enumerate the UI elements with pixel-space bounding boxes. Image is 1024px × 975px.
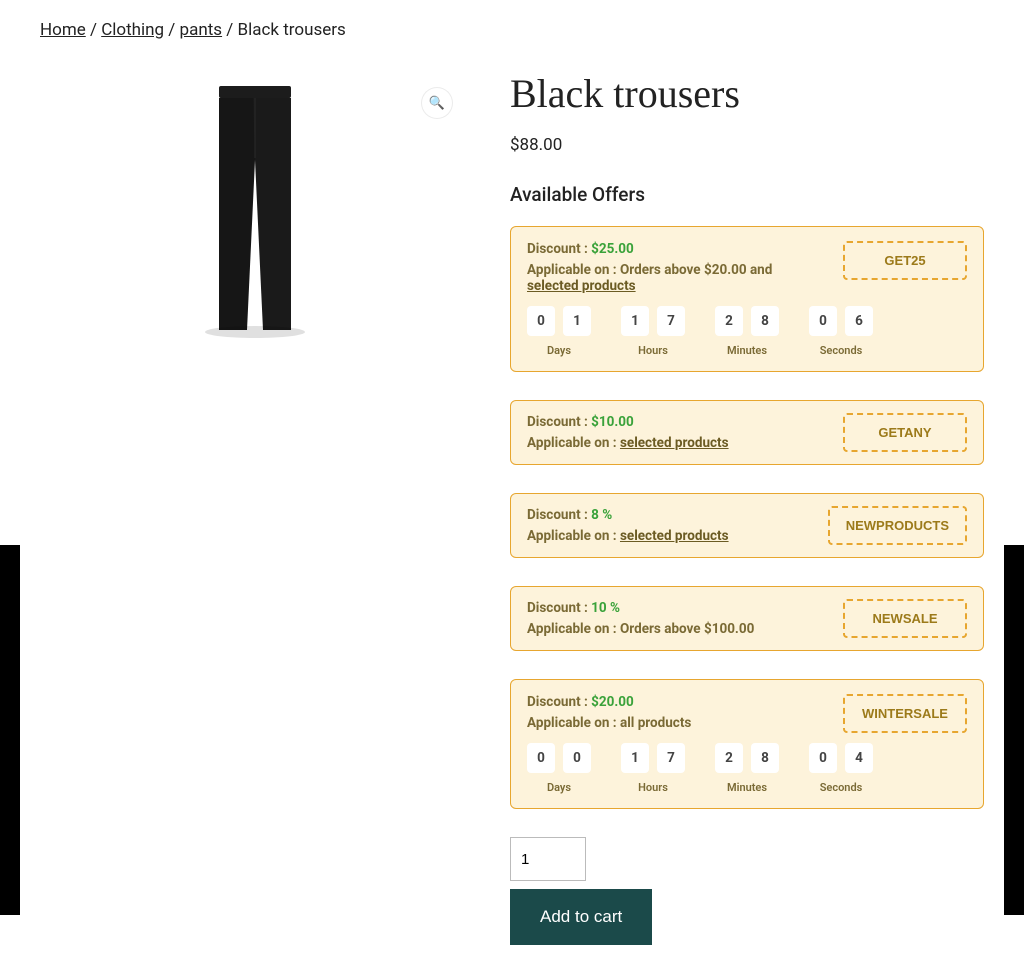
offer-card: Discount : $25.00 Applicable on : Orders… xyxy=(510,226,984,372)
offer-card: Discount : 8 % Applicable on : selected … xyxy=(510,493,984,558)
breadcrumb: Home / Clothing / pants / Black trousers xyxy=(40,20,984,40)
countdown-cell: 0 xyxy=(563,743,591,773)
product-image[interactable] xyxy=(145,80,365,340)
breadcrumb-current: Black trousers xyxy=(238,20,346,40)
discount-value: $20.00 xyxy=(591,694,634,710)
coupon-code[interactable]: NEWSALE xyxy=(843,599,967,638)
countdown-cell: 0 xyxy=(809,306,837,336)
discount-value: 8 % xyxy=(591,507,612,523)
discount-value: 10 % xyxy=(591,600,620,616)
quantity-input[interactable] xyxy=(510,837,586,881)
selected-products-link[interactable]: selected products xyxy=(527,278,636,294)
coupon-code[interactable]: NEWPRODUCTS xyxy=(828,506,967,545)
countdown-cell: 8 xyxy=(751,306,779,336)
available-offers-heading: Available Offers xyxy=(510,183,984,206)
countdown-cell: 6 xyxy=(845,306,873,336)
countdown-cell: 0 xyxy=(527,306,555,336)
selected-products-link[interactable]: selected products xyxy=(620,528,729,544)
add-to-cart-button[interactable]: Add to cart xyxy=(510,889,652,945)
countdown-cell: 0 xyxy=(527,743,555,773)
discount-value: $10.00 xyxy=(591,414,634,430)
coupon-code[interactable]: GETANY xyxy=(843,413,967,452)
coupon-code[interactable]: GET25 xyxy=(843,241,967,280)
countdown-cell: 8 xyxy=(751,743,779,773)
countdown-cell: 2 xyxy=(715,306,743,336)
countdown: 0 1 Days 1 7 Hours xyxy=(527,306,823,357)
offer-card: Discount : $10.00 Applicable on : select… xyxy=(510,400,984,465)
product: 🔍 Black trousers $88.00 Avai xyxy=(40,70,984,945)
countdown-cell: 2 xyxy=(715,743,743,773)
breadcrumb-clothing[interactable]: Clothing xyxy=(101,20,164,40)
countdown: 0 0 Days 1 7 Hours xyxy=(527,743,823,794)
zoom-icon[interactable]: 🔍 xyxy=(422,88,452,118)
countdown-cell: 4 xyxy=(845,743,873,773)
selected-products-link[interactable]: selected products xyxy=(620,435,729,451)
product-summary: Black trousers $88.00 Available Offers D… xyxy=(510,70,984,945)
countdown-cell: 1 xyxy=(621,743,649,773)
product-title: Black trousers xyxy=(510,70,984,117)
countdown-cell: 0 xyxy=(809,743,837,773)
offer-card: Discount : $20.00 Applicable on : all pr… xyxy=(510,679,984,809)
add-to-cart-form: Add to cart xyxy=(510,837,984,945)
countdown-cell: 1 xyxy=(563,306,591,336)
product-price: $88.00 xyxy=(510,135,984,155)
breadcrumb-home[interactable]: Home xyxy=(40,20,86,40)
countdown-cell: 1 xyxy=(621,306,649,336)
discount-value: $25.00 xyxy=(591,241,634,257)
product-gallery: 🔍 xyxy=(40,70,470,945)
countdown-cell: 7 xyxy=(657,306,685,336)
offer-card: Discount : 10 % Applicable on : Orders a… xyxy=(510,586,984,651)
countdown-cell: 7 xyxy=(657,743,685,773)
coupon-code[interactable]: WINTERSALE xyxy=(843,694,967,733)
breadcrumb-pants[interactable]: pants xyxy=(180,20,223,40)
